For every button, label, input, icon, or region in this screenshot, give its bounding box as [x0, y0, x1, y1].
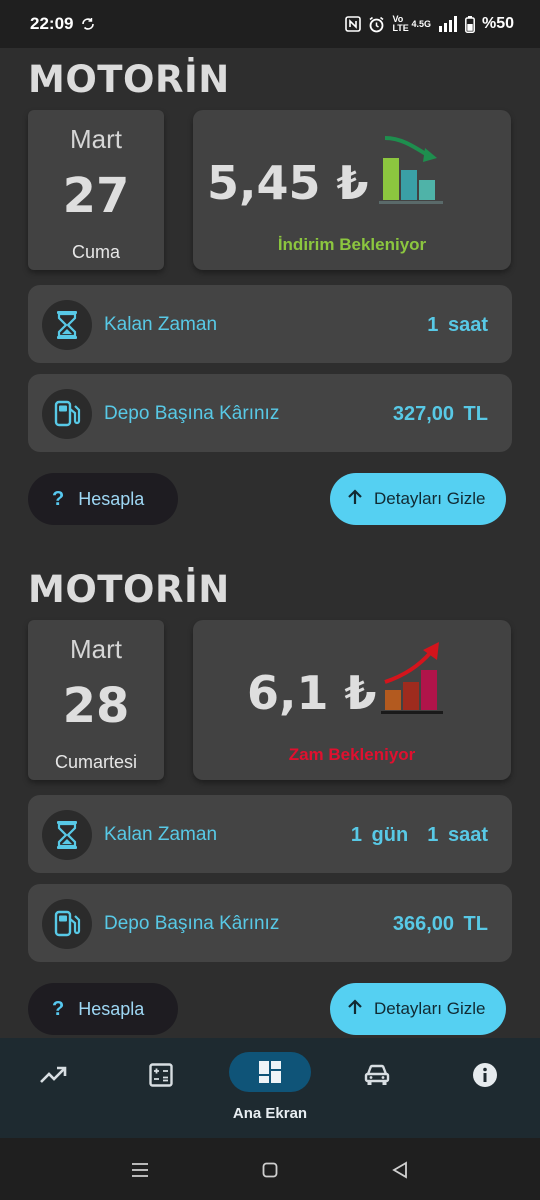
price-decrease-chart-icon [379, 136, 443, 204]
calculator-icon [149, 1063, 173, 1087]
back-button[interactable] [388, 1158, 412, 1182]
network-type: 4.5G [411, 19, 431, 29]
date-day: 27 [62, 168, 130, 224]
status-bar: 22:09 Vo LTE 4.5G %50 [0, 0, 540, 48]
nav-item-vehicles[interactable] [336, 1050, 418, 1100]
main-content[interactable]: MOTORİN Mart 27 Cuma 5,45 ₺ İndirim Bekl… [0, 48, 540, 1038]
info-icon [473, 1063, 497, 1087]
fuel-title: MOTORİN [28, 58, 230, 101]
date-month: Mart [70, 634, 122, 664]
calculate-button-label: Hesapla [78, 488, 145, 509]
signal-icon [438, 16, 458, 32]
calculate-button[interactable]: ? Hesapla [28, 473, 178, 525]
fuel-pump-icon [42, 899, 92, 949]
home-button[interactable] [258, 1158, 282, 1182]
profit-value: 327,00 TL [392, 403, 488, 425]
arrow-up-icon [346, 998, 364, 1021]
remaining-time-row: Kalan Zaman 1 saat [28, 285, 512, 363]
sync-icon [81, 17, 95, 31]
calculate-button-label: Hesapla [78, 998, 145, 1019]
price-card: 6,1 ₺ Zam Bekleniyor [193, 620, 511, 780]
system-navigation-bar [0, 1138, 540, 1200]
remaining-time-label: Kalan Zaman [104, 824, 218, 845]
trending-up-icon [40, 1066, 67, 1083]
fuel-title: MOTORİN [28, 568, 230, 611]
car-icon [364, 1064, 390, 1085]
nav-label-home: Ana Ekran [232, 1105, 308, 1122]
nav-item-calculator[interactable] [120, 1050, 202, 1100]
nfc-icon [345, 16, 362, 32]
battery-level: %50 [481, 15, 514, 32]
hide-details-label: Detayları Gizle [374, 489, 486, 508]
remaining-time-value: 1 gün 1 saat [350, 824, 488, 846]
bottom-navigation: Ana Ekran [0, 1038, 540, 1138]
remaining-time-value: 1 saat [427, 314, 488, 336]
hide-details-label: Detayları Gizle [374, 999, 486, 1018]
status-time: 22:09 [30, 14, 74, 33]
hide-details-button[interactable]: Detayları Gizle [330, 473, 506, 525]
question-icon: ? [52, 997, 65, 1020]
date-weekday: Cuma [71, 242, 120, 262]
dashboard-icon [259, 1061, 281, 1083]
date-card: Mart 28 Cumartesi [28, 620, 164, 780]
recent-apps-button[interactable] [128, 1158, 152, 1182]
profit-row: Depo Başına Kârınız 327,00 TL [28, 374, 512, 452]
profit-row: Depo Başına Kârınız 366,00 TL [28, 884, 512, 962]
price-value: 5,45 ₺ [207, 156, 369, 210]
profit-label: Depo Başına Kârınız [104, 403, 280, 424]
price-status: Zam Bekleniyor [288, 745, 416, 764]
battery-icon [465, 15, 475, 33]
home-square-icon [262, 1162, 278, 1178]
volte-indicator: Vo LTE [392, 14, 409, 33]
remaining-time-label: Kalan Zaman [104, 314, 218, 335]
date-day: 28 [62, 678, 130, 734]
price-increase-chart-icon [381, 642, 443, 714]
back-triangle-icon [392, 1161, 407, 1179]
alarm-icon [368, 16, 385, 33]
price-value: 6,1 ₺ [247, 666, 377, 720]
profit-label: Depo Başına Kârınız [104, 913, 280, 934]
hourglass-icon [42, 810, 92, 860]
price-card: 5,45 ₺ İndirim Bekleniyor [193, 110, 511, 270]
calculate-button[interactable]: ? Hesapla [28, 983, 178, 1035]
hourglass-icon [42, 300, 92, 350]
question-icon: ? [52, 487, 65, 510]
fuel-pump-icon [42, 389, 92, 439]
date-card: Mart 27 Cuma [28, 110, 164, 270]
nav-item-home[interactable] [229, 1052, 311, 1092]
menu-icon [132, 1163, 148, 1177]
hide-details-button[interactable]: Detayları Gizle [330, 983, 506, 1035]
arrow-up-icon [346, 488, 364, 511]
remaining-time-row: Kalan Zaman 1 gün 1 saat [28, 795, 512, 873]
profit-value: 366,00 TL [392, 913, 488, 935]
nav-item-trends[interactable] [12, 1050, 94, 1100]
date-month: Mart [70, 124, 122, 154]
nav-item-about[interactable] [444, 1050, 526, 1100]
date-weekday: Cumartesi [54, 752, 138, 772]
price-status: İndirim Bekleniyor [277, 235, 427, 254]
